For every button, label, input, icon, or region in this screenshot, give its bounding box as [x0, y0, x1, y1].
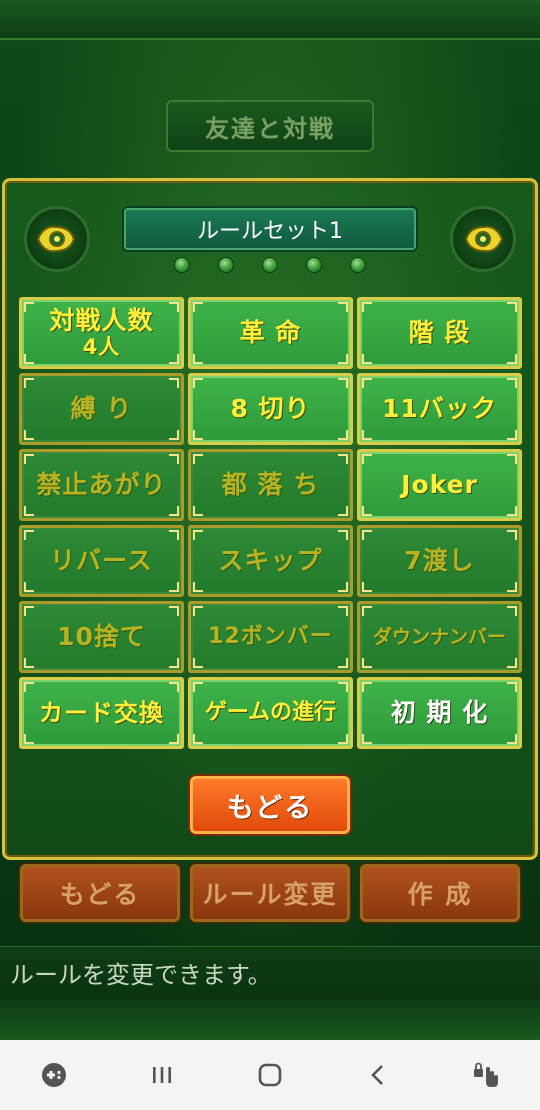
game-launcher-icon[interactable]: [34, 1055, 74, 1095]
rule-value: 4人: [82, 335, 121, 359]
ruleset-name: ルールセット1: [124, 208, 416, 250]
system-nav-bar: [0, 1040, 540, 1110]
rule-game-progress[interactable]: ゲームの進行: [188, 677, 353, 749]
back-icon[interactable]: [358, 1055, 398, 1095]
rule-label: カード交換: [39, 699, 164, 727]
rule-label: リバース: [50, 546, 153, 575]
rule-ten-discard[interactable]: 10捨て: [19, 601, 184, 673]
bottom-button-row: もどる ルール変更 作 成: [20, 864, 520, 924]
rule-joker[interactable]: Joker: [357, 449, 522, 521]
change-rules-button[interactable]: ルール変更: [190, 864, 350, 922]
rule-capital-fall[interactable]: 都 落 ち: [188, 449, 353, 521]
back-button[interactable]: もどる: [20, 864, 180, 922]
page-dot[interactable]: [306, 257, 322, 273]
top-band: [0, 0, 540, 40]
recent-apps-icon[interactable]: [142, 1055, 182, 1095]
rule-revolution[interactable]: 革 命: [188, 297, 353, 369]
rule-label: 8 切り: [230, 394, 311, 423]
rule-label: 11バック: [382, 394, 497, 423]
touch-lock-icon[interactable]: [466, 1055, 506, 1095]
home-icon[interactable]: [250, 1055, 290, 1095]
screen-title: 友達と対戦: [166, 100, 374, 152]
reset-button[interactable]: 初 期 化: [357, 677, 522, 749]
rule-skip[interactable]: スキップ: [188, 525, 353, 597]
rule-lock[interactable]: 縛 り: [19, 373, 184, 445]
page-dot[interactable]: [218, 257, 234, 273]
rule-label: 都 落 ち: [221, 470, 320, 499]
rule-label: ゲームの進行: [204, 700, 337, 725]
rule-label: 12ボンバー: [208, 624, 333, 649]
rule-stairs[interactable]: 階 段: [357, 297, 522, 369]
page-dot[interactable]: [174, 257, 190, 273]
rule-label: 革 命: [239, 318, 302, 347]
ruleset-page-indicator: [166, 254, 374, 276]
rule-seven-pass[interactable]: 7渡し: [357, 525, 522, 597]
rule-label: 10捨て: [57, 622, 146, 651]
rule-label: 対戦人数: [49, 306, 154, 335]
rule-twelve-bomber[interactable]: 12ボンバー: [188, 601, 353, 673]
page-dot[interactable]: [262, 257, 278, 273]
rule-label: 7渡し: [404, 546, 475, 575]
rule-label: 禁止あがり: [36, 470, 167, 499]
prev-ruleset-button[interactable]: [24, 206, 90, 272]
rule-eight-cut[interactable]: 8 切り: [188, 373, 353, 445]
ornament-left-icon: [36, 225, 76, 253]
rule-label: 初 期 化: [390, 698, 489, 727]
rule-down-number[interactable]: ダウンナンバー: [357, 601, 522, 673]
rule-forbidden-finish[interactable]: 禁止あがり: [19, 449, 184, 521]
create-button[interactable]: 作 成: [360, 864, 520, 922]
rules-grid: 対戦人数 4人 革 命 階 段 縛 り 8 切り 11バック 禁止あがり 都 落…: [19, 297, 522, 749]
rule-label: ダウンナンバー: [372, 626, 506, 648]
ornament-right-icon: [464, 225, 504, 253]
rule-player-count[interactable]: 対戦人数 4人: [19, 297, 184, 369]
rule-reverse[interactable]: リバース: [19, 525, 184, 597]
rule-card-exchange[interactable]: カード交換: [19, 677, 184, 749]
rule-label: スキップ: [218, 546, 323, 575]
next-ruleset-button[interactable]: [450, 206, 516, 272]
footer-band: [0, 998, 540, 1040]
rule-label: Joker: [401, 470, 478, 499]
rule-label: 縛 り: [70, 394, 133, 423]
page-dot[interactable]: [350, 257, 366, 273]
panel-back-button[interactable]: もどる: [190, 776, 350, 834]
status-message: ルールを変更できます。: [0, 946, 540, 998]
rule-eleven-back[interactable]: 11バック: [357, 373, 522, 445]
rule-label: 階 段: [408, 318, 471, 347]
